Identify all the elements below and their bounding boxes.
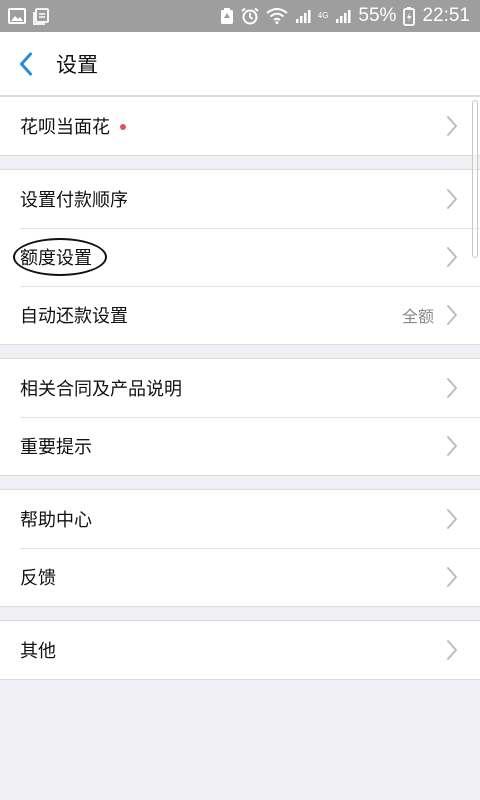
row-label: 花呗当面花 xyxy=(20,117,110,138)
row-auto-repayment[interactable]: 自动还款设置 全额 xyxy=(0,286,480,344)
page-title: 设置 xyxy=(56,52,98,77)
row-value: 全额 xyxy=(401,307,434,326)
wifi-icon xyxy=(266,8,288,24)
chevron-right-icon xyxy=(446,435,458,457)
signal-icon-2 xyxy=(335,8,351,24)
row-credit-limit[interactable]: 额度设置 xyxy=(0,228,480,286)
settings-group-3: 相关合同及产品说明 重要提示 xyxy=(0,358,480,476)
settings-group-2: 设置付款顺序 额度设置 自动还款设置 全额 xyxy=(0,169,480,345)
row-label: 额度设置 xyxy=(20,248,92,269)
back-button[interactable] xyxy=(0,32,52,96)
row-label: 重要提示 xyxy=(20,437,92,458)
nav-bar: 设置 xyxy=(0,32,480,96)
chevron-right-icon xyxy=(446,377,458,399)
settings-group-1: 花呗当面花 xyxy=(0,96,480,156)
document-notification-icon xyxy=(33,7,49,25)
status-bar: 4G 55% 22:51 xyxy=(0,0,480,32)
row-payment-order[interactable]: 设置付款顺序 xyxy=(0,170,480,228)
status-left xyxy=(8,7,49,25)
scrollbar[interactable] xyxy=(472,100,478,258)
battery-charging-icon xyxy=(403,6,416,26)
alarm-icon xyxy=(241,7,259,25)
status-time: 22:51 xyxy=(422,5,470,26)
chevron-right-icon xyxy=(446,639,458,661)
chevron-right-icon xyxy=(446,304,458,326)
row-important-notice[interactable]: 重要提示 xyxy=(0,417,480,475)
row-contracts[interactable]: 相关合同及产品说明 xyxy=(0,359,480,417)
battery-saver-icon xyxy=(220,7,234,25)
row-label: 自动还款设置 xyxy=(20,306,128,327)
chevron-right-icon xyxy=(446,188,458,210)
signal-icon xyxy=(295,8,311,24)
row-label: 相关合同及产品说明 xyxy=(20,379,182,400)
row-label: 设置付款顺序 xyxy=(20,190,128,211)
row-help-center[interactable]: 帮助中心 xyxy=(0,490,480,548)
row-label: 反馈 xyxy=(20,568,56,589)
chevron-right-icon xyxy=(446,246,458,268)
row-feedback[interactable]: 反馈 xyxy=(0,548,480,606)
chevron-right-icon xyxy=(446,115,458,137)
gallery-notification-icon xyxy=(8,8,26,24)
row-other[interactable]: 其他 xyxy=(0,621,480,679)
row-label: 其他 xyxy=(20,641,56,662)
settings-group-4: 帮助中心 反馈 xyxy=(0,489,480,607)
chevron-left-icon xyxy=(20,52,32,75)
network-type-label: 4G xyxy=(317,11,329,20)
battery-percent: 55% xyxy=(358,5,397,26)
status-right: 4G 55% 22:51 xyxy=(220,5,470,27)
chevron-right-icon xyxy=(446,566,458,588)
notification-dot xyxy=(120,124,126,130)
row-huabei-pay-in-person[interactable]: 花呗当面花 xyxy=(0,97,480,155)
settings-group-5: 其他 xyxy=(0,620,480,680)
chevron-right-icon xyxy=(446,508,458,530)
row-label: 帮助中心 xyxy=(20,510,92,531)
